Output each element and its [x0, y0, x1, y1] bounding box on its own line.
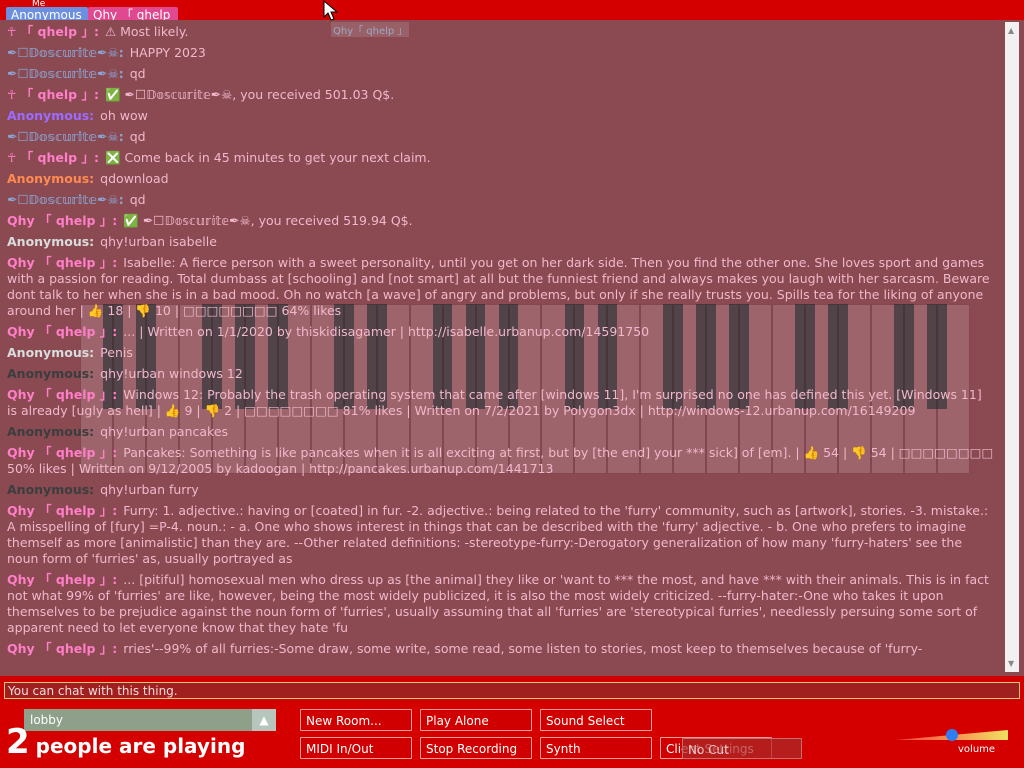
chat-text: qdownload	[100, 171, 169, 186]
chat-message: Anonymous: oh wow	[0, 108, 1000, 124]
chat-text: ... [pitiful] homosexual men who dress u…	[7, 572, 989, 635]
chat-nick[interactable]: ☥ 「 qhelp 」:	[7, 24, 99, 39]
chat-text: qhy!urban isabelle	[100, 234, 217, 249]
chat-message: ✒☐𝔻𝕠𝕤𝕔𝕦𝕣𝕚𝕥𝕖✒☠: qd	[0, 129, 1000, 145]
chat-text: qhy!urban windows 12	[100, 366, 243, 381]
chat-text: Penis	[100, 345, 133, 360]
chat-message: Qhy 「 qhelp 」:... [pitiful] homosexual m…	[0, 572, 1000, 636]
chat-text: ⚠ Most likely.	[104, 24, 189, 39]
down-arrow-icon[interactable]: ▼	[1008, 659, 1014, 668]
player-count-label: people are playing	[35, 734, 246, 758]
chat-message: Qhy 「 qhelp 」: Isabelle: A fierce person …	[0, 255, 1000, 319]
chat-nick[interactable]: ☥ 「 qhelp 」:	[7, 87, 99, 102]
chat-message: ☥ 「 qhelp 」: ❎ Come back in 45 minutes to…	[0, 150, 1000, 166]
chat-nick[interactable]: ☥ 「 qhelp 」:	[7, 150, 99, 165]
chevron-up-icon[interactable]: ▲	[252, 709, 276, 731]
chat-text: qd	[129, 129, 146, 144]
chat-nick[interactable]: Anonymous:	[7, 108, 94, 123]
chat-text: rries'--99% of all furries:-Some draw, s…	[123, 641, 923, 656]
chat-text: qhy!urban pancakes	[100, 424, 229, 439]
stop-recording-button[interactable]: Stop Recording	[420, 737, 532, 759]
chat-message: ☥ 「 qhelp 」: ✅ ✒☐𝔻𝕠𝕤𝕔𝕦𝕣𝕚𝕥𝕖✒☠, you receive…	[0, 87, 1000, 103]
chat-message: ✒☐𝔻𝕠𝕤𝕔𝕦𝕣𝕚𝕥𝕖✒☠: qd	[0, 66, 1000, 82]
chat-nick[interactable]: Anonymous:	[7, 482, 94, 497]
chat-nick[interactable]: Qhy 「 qhelp 」:	[7, 213, 117, 228]
chat-text: HAPPY 2023	[129, 45, 206, 60]
chat-message: Qhy 「 qhelp 」: rries'--99% of all furries…	[0, 641, 1000, 657]
volume-slider[interactable]	[896, 728, 1008, 742]
synth-button[interactable]: Synth	[540, 737, 652, 759]
chat-message: ☥ 「 qhelp 」: ⚠ Most likely.	[0, 24, 1000, 40]
chat-nick[interactable]: Qhy 「 qhelp 」:	[7, 324, 117, 339]
chat-nick[interactable]: Qhy 「 qhelp 」:	[7, 503, 117, 518]
chat-nick[interactable]: Anonymous:	[7, 234, 94, 249]
chat-text: qhy!urban furry	[100, 482, 199, 497]
chat-message: Anonymous: Penis	[0, 345, 1000, 361]
chat-message: Anonymous: qhy!urban furry	[0, 482, 1000, 498]
cursor-label: Qhy「 qhelp 」	[331, 22, 410, 37]
volume-label: volume	[958, 744, 996, 755]
midi-button[interactable]: MIDI In/Out	[300, 737, 412, 759]
chat-message: Qhy 「 qhelp 」: Pancakes: Something is lik…	[0, 445, 1000, 477]
chat-text: ✅ ✒☐𝔻𝕠𝕤𝕔𝕦𝕣𝕚𝕥𝕖✒☠, you received 501.03 Q$.	[104, 87, 395, 102]
chat-nick[interactable]: Qhy 「 qhelp 」:	[7, 572, 117, 587]
up-arrow-icon[interactable]: ▲	[1008, 26, 1014, 35]
chat-text: oh wow	[100, 108, 148, 123]
no-cut-button[interactable]: No Cut	[682, 738, 802, 759]
volume-knob[interactable]	[946, 729, 958, 741]
chat-message: ✒☐𝔻𝕠𝕤𝕔𝕦𝕣𝕚𝕥𝕖✒☠: qd	[0, 192, 1000, 208]
chat-text: ... | Written on 1/1/2020 by thiskidisag…	[123, 324, 650, 339]
chat-message: Anonymous: qhy!urban windows 12	[0, 366, 1000, 382]
chat-message: Qhy 「 qhelp 」: ✅ ✒☐𝔻𝕠𝕤𝕔𝕦𝕣𝕚𝕥𝕖✒☠, you recei…	[0, 213, 1000, 229]
chat-nick[interactable]: ✒☐𝔻𝕠𝕤𝕔𝕦𝕣𝕚𝕥𝕖✒☠:	[7, 129, 124, 144]
chat-nick[interactable]: ✒☐𝔻𝕠𝕤𝕔𝕦𝕣𝕚𝕥𝕖✒☠:	[7, 192, 124, 207]
chat-nick[interactable]: Anonymous:	[7, 171, 94, 186]
new-room-button[interactable]: New Room...	[300, 709, 412, 731]
chat-nick[interactable]: Qhy 「 qhelp 」:	[7, 387, 117, 402]
chat-nick[interactable]: Anonymous:	[7, 345, 94, 360]
me-label: Me	[32, 0, 46, 9]
chat-nick[interactable]: Anonymous:	[7, 366, 94, 381]
chat-messages: ☥ 「 qhelp 」: ⚠ Most likely. ✒☐𝔻𝕠𝕤𝕔𝕦𝕣𝕚𝕥𝕖✒☠:…	[0, 24, 1000, 674]
chat-text: ✅ ✒☐𝔻𝕠𝕤𝕔𝕦𝕣𝕚𝕥𝕖✒☠, you received 519.94 Q$.	[123, 213, 413, 228]
chat-nick[interactable]: Qhy 「 qhelp 」:	[7, 255, 117, 270]
player-count-number: 2	[6, 722, 30, 762]
sound-select-button[interactable]: Sound Select	[540, 709, 652, 731]
chat-nick[interactable]: ✒☐𝔻𝕠𝕤𝕔𝕦𝕣𝕚𝕥𝕖✒☠:	[7, 45, 124, 60]
chat-nick[interactable]: Qhy 「 qhelp 」:	[7, 641, 117, 656]
chat-text: qd	[129, 66, 146, 81]
chat-text: Furry: 1. adjective.: having or [coated]…	[7, 503, 989, 566]
chat-message: Qhy 「 qhelp 」: ... | Written on 1/1/2020 …	[0, 324, 1000, 340]
chat-message: Anonymous: qdownload	[0, 171, 1000, 187]
chat-message: Anonymous: qhy!urban pancakes	[0, 424, 1000, 440]
chat-message: Qhy 「 qhelp 」: Furry: 1. adjective.: havi…	[0, 503, 1000, 567]
chat-text: qd	[129, 192, 146, 207]
piano-stage[interactable]: ☥ 「 qhelp 」: ⚠ Most likely. ✒☐𝔻𝕠𝕤𝕔𝕦𝕣𝕚𝕥𝕖✒☠:…	[0, 20, 1024, 676]
chat-message: Anonymous: qhy!urban isabelle	[0, 234, 1000, 250]
mouse-cursor-icon	[323, 0, 339, 21]
play-alone-button[interactable]: Play Alone	[420, 709, 532, 731]
chat-text: Isabelle: A fierce person with a sweet p…	[7, 255, 990, 318]
chat-input[interactable]: You can chat with this thing.	[4, 682, 1020, 699]
chat-message: ✒☐𝔻𝕠𝕤𝕔𝕦𝕣𝕚𝕥𝕖✒☠: HAPPY 2023	[0, 45, 1000, 61]
player-count: 2 people are playing	[6, 722, 245, 762]
chat-text: Pancakes: Something is like pancakes whe…	[7, 445, 994, 476]
chat-nick[interactable]: Anonymous:	[7, 424, 94, 439]
chat-text: ❎ Come back in 45 minutes to get your ne…	[104, 150, 431, 165]
chat-nick[interactable]: ✒☐𝔻𝕠𝕤𝕔𝕦𝕣𝕚𝕥𝕖✒☠:	[7, 66, 124, 81]
chat-scrollbar[interactable]: ▲ ▼	[1005, 22, 1019, 672]
chat-message: Qhy 「 qhelp 」: Windows 12: Probably the t…	[0, 387, 1000, 419]
chat-nick[interactable]: Qhy 「 qhelp 」:	[7, 445, 117, 460]
chat-text: Windows 12: Probably the trash operating…	[7, 387, 982, 418]
